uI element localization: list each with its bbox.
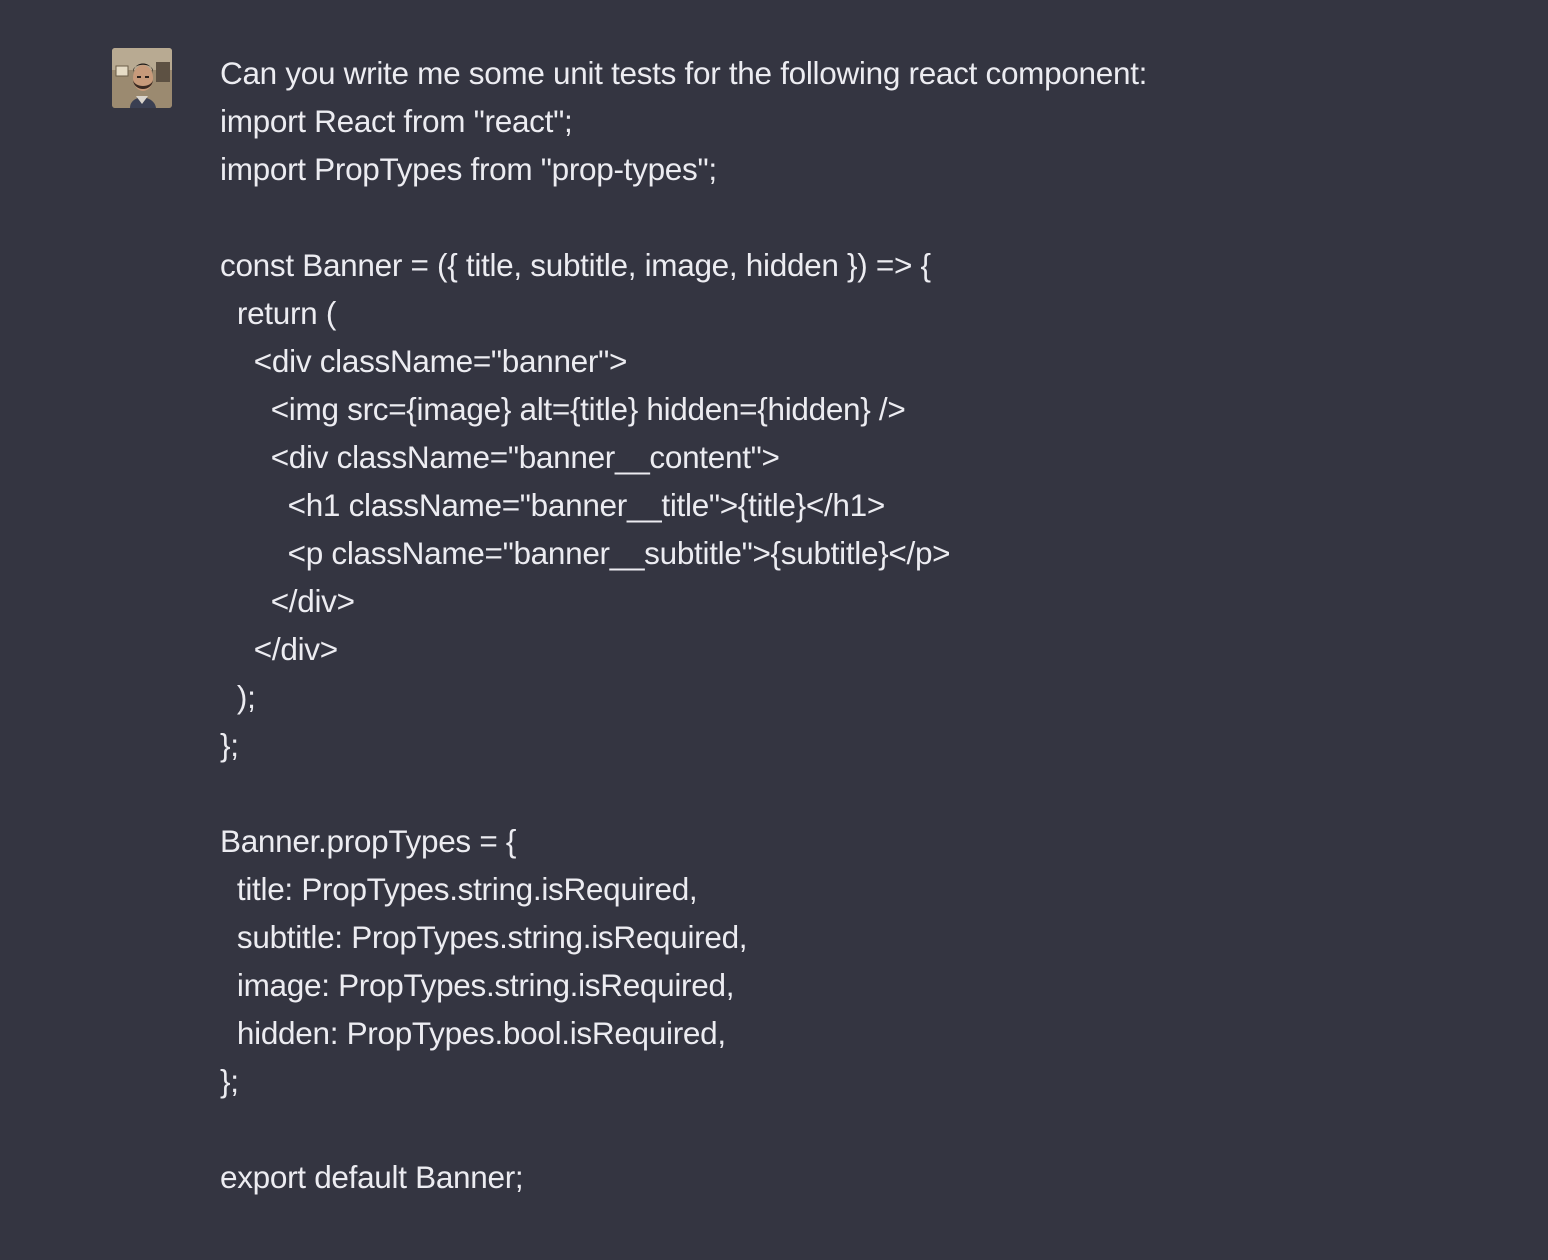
- code-line: import PropTypes from "prop-types";: [220, 151, 717, 187]
- code-line: import React from "react";: [220, 103, 573, 139]
- user-avatar: [112, 48, 172, 108]
- code-line: };: [220, 1063, 239, 1099]
- code-line: );: [220, 679, 256, 715]
- code-line: hidden: PropTypes.bool.isRequired,: [220, 1015, 726, 1051]
- code-line: <h1 className="banner__title">{title}</h…: [220, 487, 886, 523]
- code-line: <img src={image} alt={title} hidden={hid…: [220, 391, 906, 427]
- code-line: return (: [220, 295, 337, 331]
- code-line: </div>: [220, 583, 355, 619]
- code-line: image: PropTypes.string.isRequired,: [220, 967, 735, 1003]
- code-line: <div className="banner">: [220, 343, 628, 379]
- user-avatar-photo-icon: [112, 48, 172, 108]
- message-line: Can you write me some unit tests for the…: [220, 55, 1148, 91]
- user-message: Can you write me some unit tests for the…: [0, 0, 1548, 1260]
- code-line: };: [220, 727, 239, 763]
- code-line: Banner.propTypes = {: [220, 823, 517, 859]
- code-line: export default Banner;: [220, 1159, 524, 1195]
- code-line: title: PropTypes.string.isRequired,: [220, 871, 698, 907]
- code-line: <div className="banner__content">: [220, 439, 780, 475]
- code-line: const Banner = ({ title, subtitle, image…: [220, 247, 931, 283]
- code-line: subtitle: PropTypes.string.isRequired,: [220, 919, 748, 955]
- message-text: Can you write me some unit tests for the…: [220, 49, 1420, 1201]
- code-line: <p className="banner__subtitle">{subtitl…: [220, 535, 951, 571]
- code-line: </div>: [220, 631, 338, 667]
